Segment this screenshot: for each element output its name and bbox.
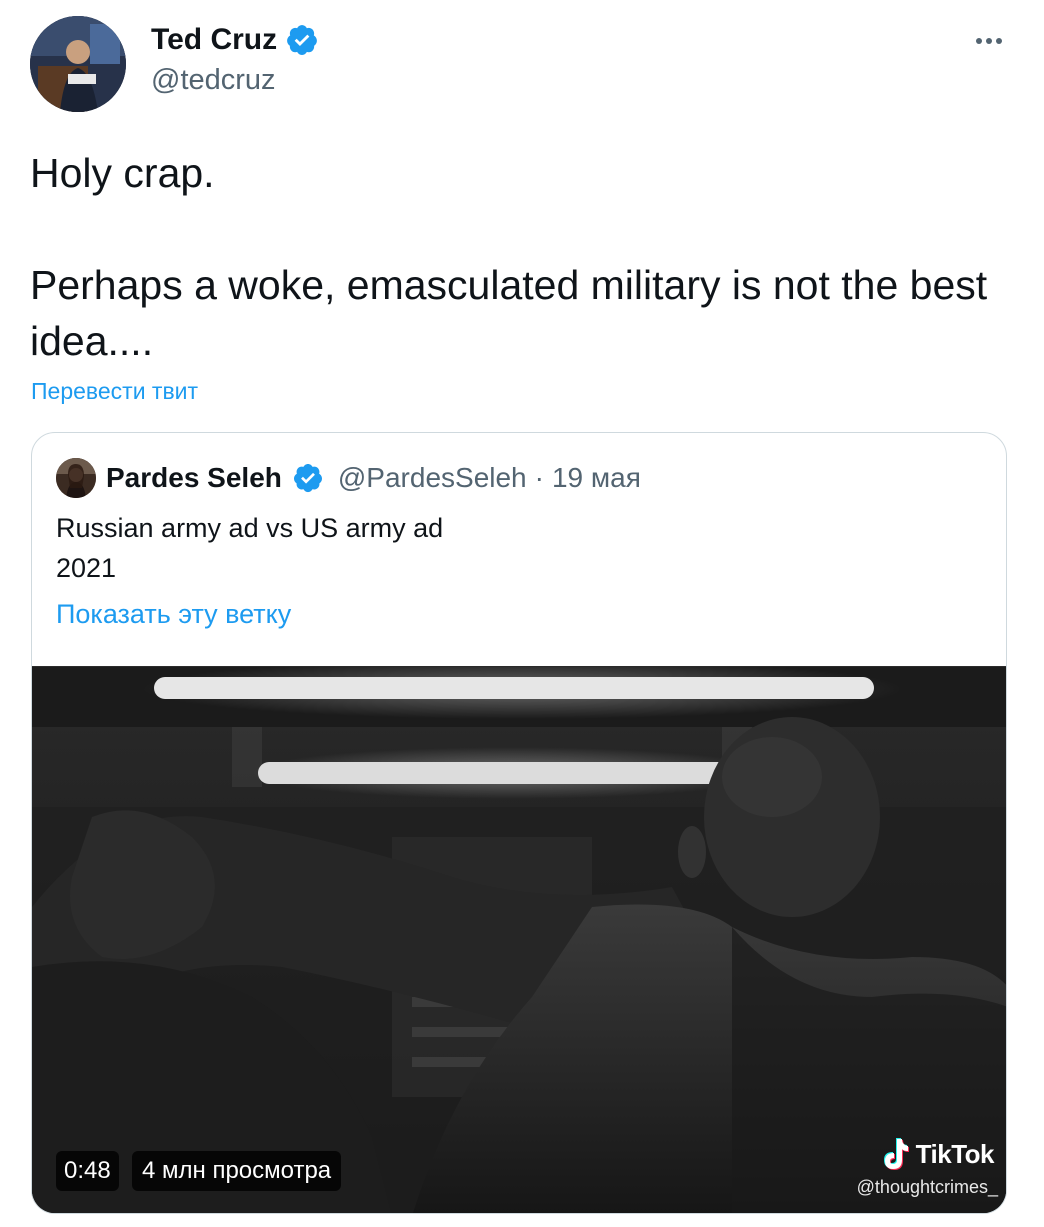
meta-separator: · <box>534 462 544 493</box>
video-views-badge: 4 млн просмотра <box>132 1151 342 1191</box>
video-duration-badge: 0:48 <box>56 1151 119 1191</box>
quote-text-line-2: 2021 <box>56 553 117 583</box>
author-name-row: Ted Cruz <box>151 22 319 58</box>
quote-author-handle[interactable]: @PardesSeleh <box>338 462 527 494</box>
translate-tweet-link[interactable]: Перевести твит <box>31 376 198 406</box>
quote-date[interactable]: 19 мая <box>552 462 641 494</box>
quote-author-avatar[interactable] <box>56 458 96 498</box>
tweet-text: Holy crap. Perhaps a woke, emasculated m… <box>30 145 1010 369</box>
quote-text-line-1: Russian army ad vs US army ad <box>56 513 444 543</box>
tweet: Ted Cruz @tedcruz Holy crap. Perhaps a w… <box>0 0 1044 1227</box>
video-frame <box>32 667 1006 1213</box>
tiktok-brand-text: TikTok <box>915 1138 995 1169</box>
quoted-tweet-card[interactable]: Pardes Seleh @PardesSeleh · 19 мая Russi… <box>31 432 1007 1214</box>
quote-meta: @PardesSeleh · 19 мая <box>338 462 641 494</box>
tiktok-logo-icon <box>883 1138 909 1170</box>
author-avatar[interactable] <box>30 16 126 112</box>
verified-badge-icon <box>292 462 324 494</box>
quote-text: Russian army ad vs US army ad 2021 <box>56 508 443 588</box>
verified-badge-icon <box>285 23 319 57</box>
quote-header: Pardes Seleh @PardesSeleh · 19 мая <box>56 458 641 498</box>
tweet-text-line-2: Perhaps a woke, emasculated military is … <box>30 262 988 364</box>
video-player[interactable]: 0:48 4 млн просмотра TikTok @thoughtcrim… <box>32 666 1006 1213</box>
tiktok-username: @thoughtcrimes_ <box>856 1177 998 1197</box>
author-handle[interactable]: @tedcruz <box>151 62 276 98</box>
author-name[interactable]: Ted Cruz <box>151 22 277 58</box>
tiktok-watermark: TikTok <box>880 1137 995 1171</box>
quote-author-name[interactable]: Pardes Seleh <box>106 462 282 494</box>
show-thread-link[interactable]: Показать эту ветку <box>56 596 291 632</box>
more-options-icon[interactable] <box>974 26 1004 56</box>
tweet-text-line-1: Holy crap. <box>30 150 215 196</box>
